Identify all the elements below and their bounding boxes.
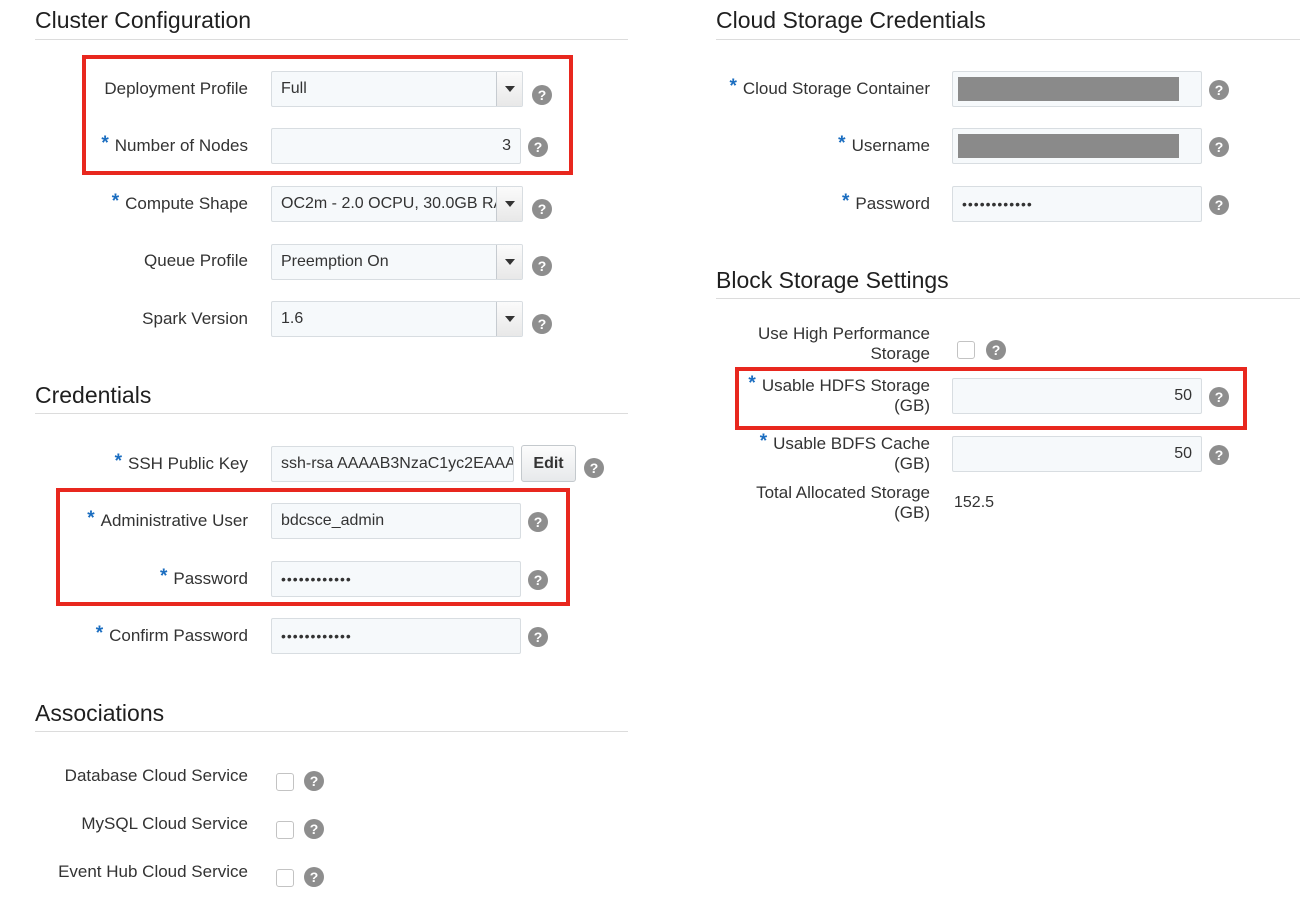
ssh-public-key-label: * SSH Public Key xyxy=(114,451,248,474)
question-circle-icon[interactable]: ? xyxy=(584,458,604,478)
credentials-title: Credentials xyxy=(35,382,152,408)
event-hub-cloud-service-label: Event Hub Cloud Service xyxy=(58,862,248,881)
cloud-password-input[interactable]: •••••••••••• xyxy=(952,186,1202,222)
question-circle-icon[interactable]: ? xyxy=(1209,137,1229,157)
required-marker: * xyxy=(114,451,122,472)
section-divider xyxy=(716,298,1300,299)
redacted-value xyxy=(958,77,1179,101)
confirm-password-label: * Confirm Password xyxy=(95,623,248,646)
chevron-down-icon[interactable] xyxy=(496,187,522,221)
database-cloud-service-label: Database Cloud Service xyxy=(64,766,248,785)
question-circle-icon[interactable]: ? xyxy=(532,199,552,219)
total-allocated-storage-label: Total Allocated Storage (GB) xyxy=(756,483,930,522)
queue-profile-label: Queue Profile xyxy=(144,251,248,270)
edit-ssh-key-button[interactable]: Edit xyxy=(521,445,576,482)
mysql-cloud-service-label: MySQL Cloud Service xyxy=(81,814,248,833)
highlight-box xyxy=(56,488,570,606)
event-hub-cloud-service-checkbox[interactable] xyxy=(276,869,294,887)
question-circle-icon[interactable]: ? xyxy=(532,314,552,334)
block-storage-settings-title: Block Storage Settings xyxy=(716,267,949,293)
question-circle-icon[interactable]: ? xyxy=(304,771,324,791)
question-circle-icon[interactable]: ? xyxy=(528,627,548,647)
cloud-password-label: * Password xyxy=(841,191,930,214)
section-divider xyxy=(35,413,628,414)
total-allocated-storage-value: 152.5 xyxy=(954,494,995,511)
question-circle-icon[interactable]: ? xyxy=(1209,80,1229,100)
ssh-public-key-input[interactable]: ssh-rsa AAAAB3NzaC1yc2EAAAADAQAB xyxy=(271,446,514,482)
queue-profile-select[interactable]: Preemption On xyxy=(271,244,523,280)
compute-shape-select[interactable]: OC2m - 2.0 OCPU, 30.0GB RAM xyxy=(271,186,523,222)
high-performance-storage-checkbox[interactable] xyxy=(957,341,975,359)
redacted-value xyxy=(958,134,1179,158)
cloud-storage-container-label: * Cloud Storage Container xyxy=(729,76,930,99)
required-marker: * xyxy=(841,191,850,212)
question-circle-icon[interactable]: ? xyxy=(1209,195,1229,215)
question-circle-icon[interactable]: ? xyxy=(304,867,324,887)
section-divider xyxy=(716,39,1300,40)
chevron-down-icon[interactable] xyxy=(496,302,522,336)
spark-version-select[interactable]: 1.6 xyxy=(271,301,523,337)
question-circle-icon[interactable]: ? xyxy=(304,819,324,839)
high-performance-storage-label: Use High Performance Storage xyxy=(758,324,930,363)
confirm-password-input[interactable]: •••••••••••• xyxy=(271,618,521,654)
cluster-configuration-title: Cluster Configuration xyxy=(35,7,252,33)
cloud-storage-credentials-title: Cloud Storage Credentials xyxy=(716,7,986,33)
highlight-box xyxy=(82,55,573,175)
usable-bdfs-cache-input[interactable]: 50 xyxy=(952,436,1202,472)
question-circle-icon[interactable]: ? xyxy=(532,256,552,276)
required-marker: * xyxy=(759,431,768,452)
chevron-down-icon[interactable] xyxy=(496,245,522,279)
highlight-box xyxy=(735,367,1247,430)
usable-bdfs-cache-label: * Usable BDFS Cache (GB) xyxy=(759,431,930,474)
section-divider xyxy=(35,39,628,40)
database-cloud-service-checkbox[interactable] xyxy=(276,773,294,791)
cloud-username-label: * Username xyxy=(838,133,930,156)
section-divider xyxy=(35,731,628,732)
question-circle-icon[interactable]: ? xyxy=(1209,445,1229,465)
required-marker: * xyxy=(729,76,737,97)
required-marker: * xyxy=(111,191,120,212)
associations-title: Associations xyxy=(35,700,165,726)
question-circle-icon[interactable]: ? xyxy=(986,340,1006,360)
compute-shape-label: * Compute Shape xyxy=(111,191,248,214)
required-marker: * xyxy=(838,133,846,154)
mysql-cloud-service-checkbox[interactable] xyxy=(276,821,294,839)
required-marker: * xyxy=(95,623,104,644)
spark-version-label: Spark Version xyxy=(142,309,248,328)
